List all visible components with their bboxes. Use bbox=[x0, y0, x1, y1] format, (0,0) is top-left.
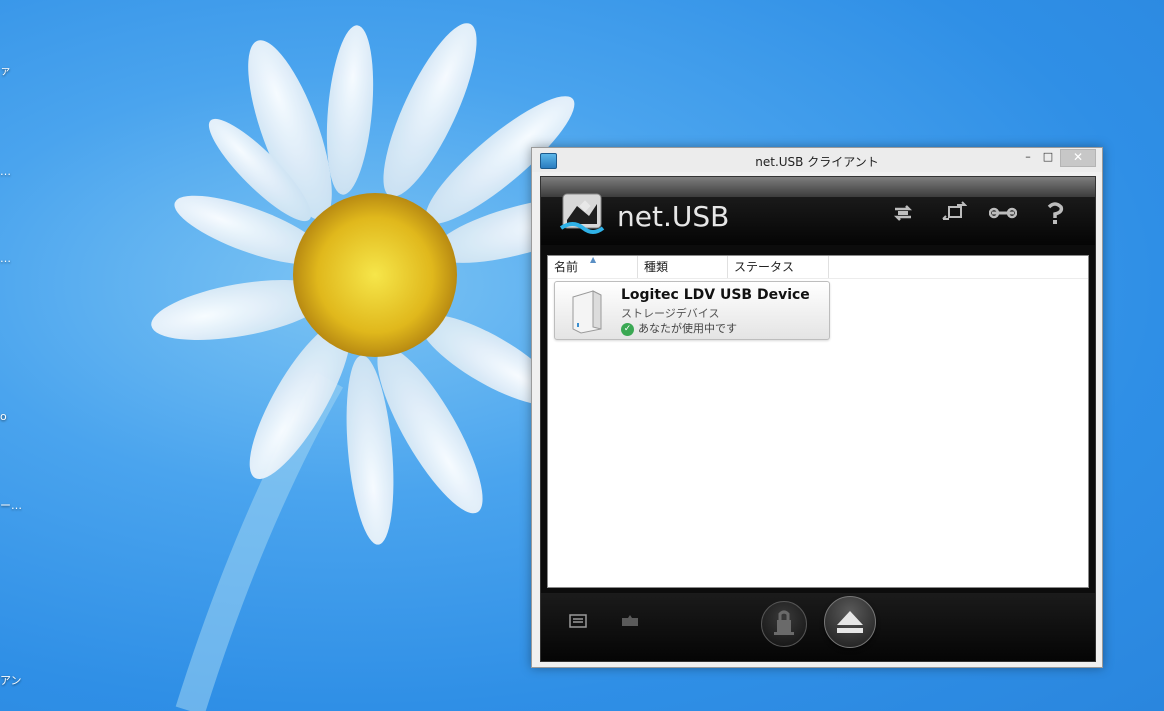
desktop-icon-label[interactable]: ァ bbox=[0, 62, 11, 78]
logo-text: net.USB bbox=[617, 200, 730, 233]
device-status: ✓ あなたが使用中です bbox=[621, 320, 737, 336]
app-body: net.USB 名前 ▲ 種類 ステータス Logitec LDV USB De… bbox=[540, 176, 1096, 662]
eject-button[interactable] bbox=[824, 596, 876, 648]
device-name: Logitec LDV USB Device bbox=[621, 287, 810, 303]
desktop-icon-label[interactable]: ー… bbox=[0, 497, 22, 513]
device-list-panel[interactable]: 名前 ▲ 種類 ステータス Logitec LDV USB Device ストレ… bbox=[547, 255, 1089, 588]
check-icon: ✓ bbox=[621, 322, 634, 336]
column-header-name[interactable]: 名前 ▲ bbox=[548, 255, 638, 278]
refresh-icon[interactable] bbox=[889, 201, 917, 225]
window-title: net.USB クライアント bbox=[755, 155, 879, 169]
column-header-status[interactable]: ステータス bbox=[728, 256, 829, 278]
switch-icon[interactable] bbox=[939, 201, 967, 225]
title-bar[interactable]: net.USB クライアント – □ ✕ bbox=[532, 148, 1102, 172]
column-header-type[interactable]: 種類 bbox=[638, 256, 728, 278]
view-list-icon[interactable] bbox=[569, 614, 587, 628]
desktop-icon-label[interactable]: … bbox=[0, 252, 11, 265]
storage-device-icon bbox=[572, 290, 602, 334]
desktop-icon-label[interactable]: … bbox=[0, 165, 11, 178]
app-header: net.USB bbox=[541, 193, 1095, 245]
help-icon[interactable] bbox=[1041, 201, 1069, 225]
device-item[interactable]: Logitec LDV USB Device ストレージデバイス ✓ あなたが使用… bbox=[554, 281, 830, 340]
app-bottom-bar bbox=[541, 593, 1095, 661]
close-button[interactable]: ✕ bbox=[1060, 149, 1096, 167]
maximize-button[interactable]: □ bbox=[1040, 149, 1056, 165]
column-header-name-label: 名前 bbox=[554, 260, 579, 274]
device-status-text: あなたが使用中です bbox=[638, 322, 737, 335]
netusb-client-window: net.USB クライアント – □ ✕ net.USB 名前 ▲ 種類 ステー… bbox=[531, 147, 1103, 668]
connect-button[interactable] bbox=[761, 601, 807, 647]
sort-ascending-icon: ▲ bbox=[590, 255, 597, 264]
eject-icon bbox=[837, 611, 863, 633]
minimize-button[interactable]: – bbox=[1020, 149, 1036, 165]
device-type: ストレージデバイス bbox=[621, 307, 720, 320]
app-top-strip bbox=[541, 177, 1095, 197]
connect-icon bbox=[774, 610, 794, 635]
message-icon[interactable] bbox=[621, 614, 639, 628]
header-divider bbox=[548, 278, 1088, 279]
desktop-icon-label[interactable]: アン bbox=[0, 672, 22, 688]
settings-wrench-icon[interactable] bbox=[989, 201, 1017, 225]
netusb-logo-icon bbox=[559, 193, 605, 234]
desktop-icon-label[interactable]: о bbox=[0, 410, 7, 423]
